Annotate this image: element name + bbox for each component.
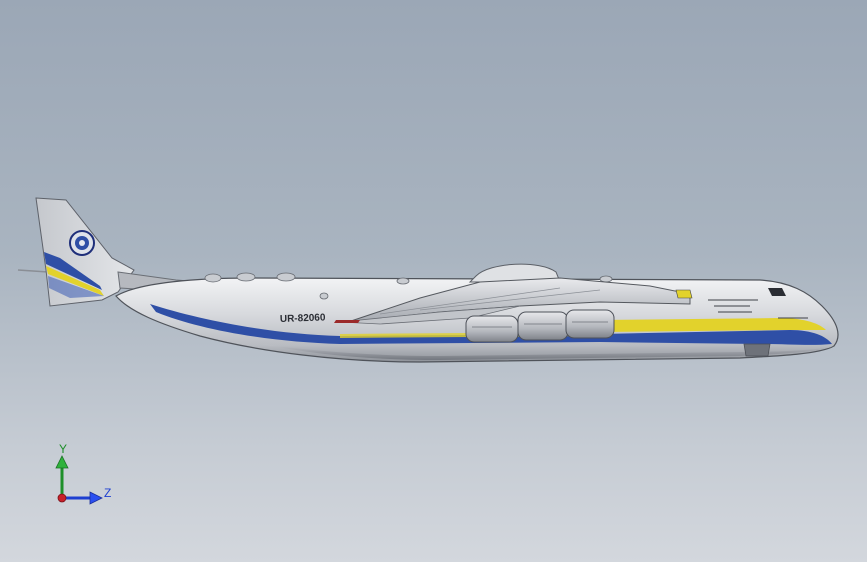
dorsal-fairing bbox=[319, 292, 329, 300]
triad-graphic bbox=[55, 455, 103, 505]
nose-logo-icon bbox=[675, 289, 693, 299]
aircraft-model[interactable]: UR-82060 bbox=[0, 0, 867, 562]
dorsal-fairing bbox=[204, 273, 222, 283]
tail-emblem-icon bbox=[69, 230, 95, 256]
origin-icon bbox=[57, 493, 67, 503]
z-axis-arrow-icon bbox=[89, 491, 103, 505]
livery-stripe-yellow bbox=[600, 318, 826, 332]
z-axis-label: Z bbox=[104, 486, 112, 500]
axis-triad: Y Z bbox=[40, 438, 120, 518]
engine-nacelle bbox=[565, 309, 615, 339]
y-axis-arrow-icon bbox=[55, 455, 69, 469]
wing-root-mark bbox=[334, 320, 360, 323]
dorsal-fairing bbox=[276, 272, 296, 282]
registration-text: UR-82060 bbox=[280, 312, 326, 325]
dorsal-fairing bbox=[236, 272, 256, 282]
engine-nacelle bbox=[465, 315, 519, 343]
nose-gear-door bbox=[743, 343, 771, 357]
graphics-viewport[interactable]: UR-82060 Y Z bbox=[0, 0, 867, 562]
tail-antenna bbox=[17, 269, 49, 273]
y-axis-label: Y bbox=[59, 442, 68, 456]
engine-nacelle bbox=[517, 311, 569, 341]
dorsal-fairing bbox=[599, 275, 613, 283]
dorsal-fairing bbox=[396, 277, 410, 285]
